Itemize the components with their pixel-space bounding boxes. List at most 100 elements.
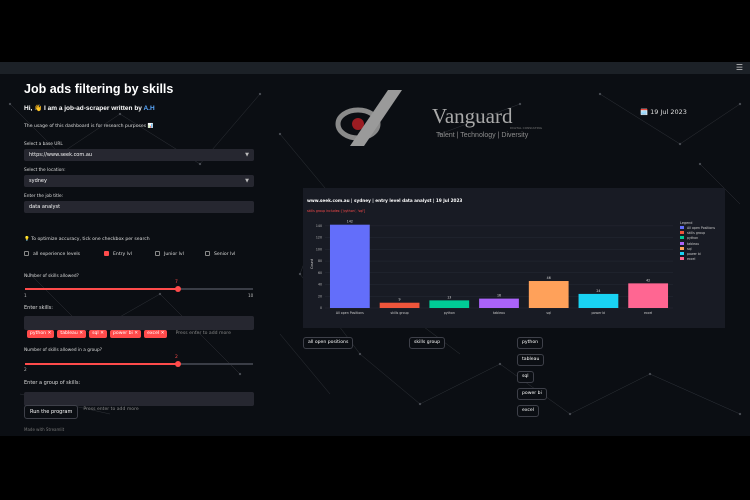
logo-emblem-icon bbox=[335, 90, 402, 146]
x-tick-label: tableau bbox=[493, 311, 505, 315]
skill-button-tableau[interactable]: tableau bbox=[517, 354, 545, 366]
chevron-down-icon: ▼ bbox=[245, 152, 249, 158]
bar-value-label: 9 bbox=[399, 298, 401, 302]
bar-value-label: 42 bbox=[646, 278, 650, 282]
checkbox-box[interactable] bbox=[205, 251, 210, 256]
skill-tag[interactable]: excel ✕ bbox=[144, 329, 168, 338]
skill-button-python[interactable]: python bbox=[517, 337, 544, 349]
slider-max: 10 bbox=[248, 293, 254, 298]
all-open-positions-button[interactable]: all open positions bbox=[303, 337, 354, 349]
footer-text: Made with Streamlit bbox=[24, 427, 65, 432]
tag-text: python bbox=[30, 331, 47, 336]
hamburger-menu-icon[interactable]: ☰ bbox=[735, 64, 744, 72]
legend-label: excel bbox=[687, 257, 696, 262]
skill-tag[interactable]: python ✕ bbox=[27, 329, 55, 338]
y-axis-label: Count bbox=[310, 258, 314, 269]
y-tick-label: 140 bbox=[316, 224, 322, 228]
skill-button-excel[interactable]: excel bbox=[517, 405, 540, 417]
legend-item[interactable]: excel bbox=[680, 257, 725, 262]
job-title-input[interactable]: data analyst bbox=[24, 201, 254, 213]
y-tick-label: 0 bbox=[320, 306, 322, 310]
author-link[interactable]: A.H bbox=[143, 105, 154, 112]
slider-fill bbox=[25, 288, 178, 290]
checkbox-box[interactable] bbox=[24, 251, 29, 256]
skills-group-button[interactable]: skills group bbox=[409, 337, 446, 349]
checkbox-label: Junior lvl bbox=[164, 252, 184, 257]
slider-min: 2 bbox=[24, 367, 27, 372]
job-title-label: Enter the job title: bbox=[24, 194, 64, 199]
bar bbox=[628, 283, 669, 308]
legend-label: All open Positions bbox=[687, 226, 716, 230]
location-select[interactable]: sydney ▼ bbox=[24, 175, 254, 187]
x-tick-label: python bbox=[444, 311, 455, 315]
skill-tag[interactable]: power bi ✕ bbox=[109, 329, 142, 338]
legend-swatch bbox=[680, 236, 684, 240]
legend-title: Legend bbox=[680, 221, 693, 225]
checkbox-label: Senior lvl bbox=[214, 252, 236, 257]
logo-subtitle: Talent | Technology | Diversity bbox=[436, 132, 529, 139]
y-tick-label: 60 bbox=[318, 271, 322, 275]
y-tick-label: 20 bbox=[318, 294, 322, 298]
skills-multiselect[interactable]: python ✕ tableau ✕ sql ✕ power bi ✕ excel ✕ … bbox=[24, 316, 254, 338]
legend-label: sql bbox=[687, 246, 692, 251]
bar bbox=[429, 300, 470, 308]
legend-swatch bbox=[680, 231, 684, 235]
bar bbox=[329, 224, 370, 308]
group-placeholder: Press enter to add more bbox=[83, 407, 139, 412]
tag-text: excel bbox=[147, 331, 160, 336]
skills-allowed-slider[interactable] bbox=[25, 286, 253, 292]
skill-button-sql[interactable]: sql bbox=[517, 371, 534, 383]
checkbox-label: Entry lvl bbox=[113, 252, 132, 257]
top-header-bar: ☰ bbox=[0, 62, 750, 74]
legend-swatch bbox=[680, 246, 684, 250]
bar-value-label: 24 bbox=[596, 289, 600, 293]
skills-allowed-label: Number of skills allowed? bbox=[24, 274, 79, 279]
run-program-button[interactable]: Run the program bbox=[24, 405, 79, 419]
skill-button-power-bi[interactable]: power bi bbox=[517, 388, 547, 400]
bar-value-label: 16 bbox=[497, 294, 501, 298]
group-multiselect[interactable]: python ✕sql ✕ Press enter to add more bbox=[24, 392, 254, 414]
slider-min: 1 bbox=[24, 293, 27, 298]
chart-canvas: 0 20 40 60 80 100 120 140 Count 142 All open Posit… bbox=[310, 220, 673, 315]
bar bbox=[379, 302, 420, 308]
checkbox-junior-lvl[interactable]: Junior lvl bbox=[155, 251, 184, 257]
tag-text: sql bbox=[92, 331, 99, 336]
x-tick-label: All open Positions bbox=[336, 311, 364, 315]
group-allowed-slider[interactable] bbox=[25, 361, 253, 367]
checkbox-label: all experience levels bbox=[33, 252, 81, 257]
legend-swatch bbox=[680, 251, 684, 255]
usage-note: The usage of this dashboard is for resea… bbox=[24, 124, 154, 129]
y-tick-label: 80 bbox=[318, 259, 322, 263]
slider-thumb[interactable] bbox=[175, 361, 181, 367]
group-allowed-value: 2 bbox=[175, 355, 178, 360]
skill-tag[interactable]: tableau ✕ bbox=[57, 329, 87, 338]
legend-swatch bbox=[680, 226, 684, 229]
base-url-select[interactable]: https://www.seek.com.au ▼ bbox=[24, 149, 254, 161]
checkbox-entry-lvl[interactable]: Entry lvl bbox=[104, 251, 132, 257]
tag-text: tableau bbox=[60, 331, 78, 336]
slider-fill bbox=[25, 363, 178, 365]
legend-label: power bi bbox=[687, 251, 701, 256]
x-tick-label: skills group bbox=[391, 311, 409, 315]
tag-text: power bi bbox=[112, 331, 133, 336]
date-display: 🗓️ 19 Jul 2023 bbox=[640, 108, 687, 116]
legend-label: skills group bbox=[687, 231, 706, 236]
slider-thumb[interactable] bbox=[175, 286, 181, 292]
x-tick-label: sql bbox=[546, 311, 551, 315]
sidebar-title: Job ads filtering by skills bbox=[24, 82, 174, 96]
bar bbox=[578, 293, 619, 308]
checkbox-all-levels[interactable]: all experience levels bbox=[24, 251, 80, 257]
skill-tag[interactable]: sql ✕ bbox=[89, 329, 107, 338]
base-url-label: Select a base URL bbox=[24, 142, 63, 147]
intro-text: Hi, 👋 I am a job-ad-scraper written by A… bbox=[24, 104, 155, 112]
checkbox-box[interactable] bbox=[155, 251, 160, 256]
chart-subtitle: skills group includes: ['python', 'sql'] bbox=[307, 209, 366, 213]
legend-swatch bbox=[680, 241, 684, 245]
bar-value-label: 142 bbox=[347, 220, 353, 224]
checkbox-box-checked[interactable] bbox=[104, 251, 109, 256]
bar-chart: 0 20 40 60 80 100 120 140 Count 142 All open Posit… bbox=[303, 188, 725, 328]
checkbox-senior-lvl[interactable]: Senior lvl bbox=[205, 251, 235, 257]
sidebar: Job ads filtering by skills Hi, 👋 I am a… bbox=[24, 82, 256, 436]
skills-allowed-value: 7 bbox=[175, 280, 178, 285]
bar bbox=[528, 281, 569, 308]
